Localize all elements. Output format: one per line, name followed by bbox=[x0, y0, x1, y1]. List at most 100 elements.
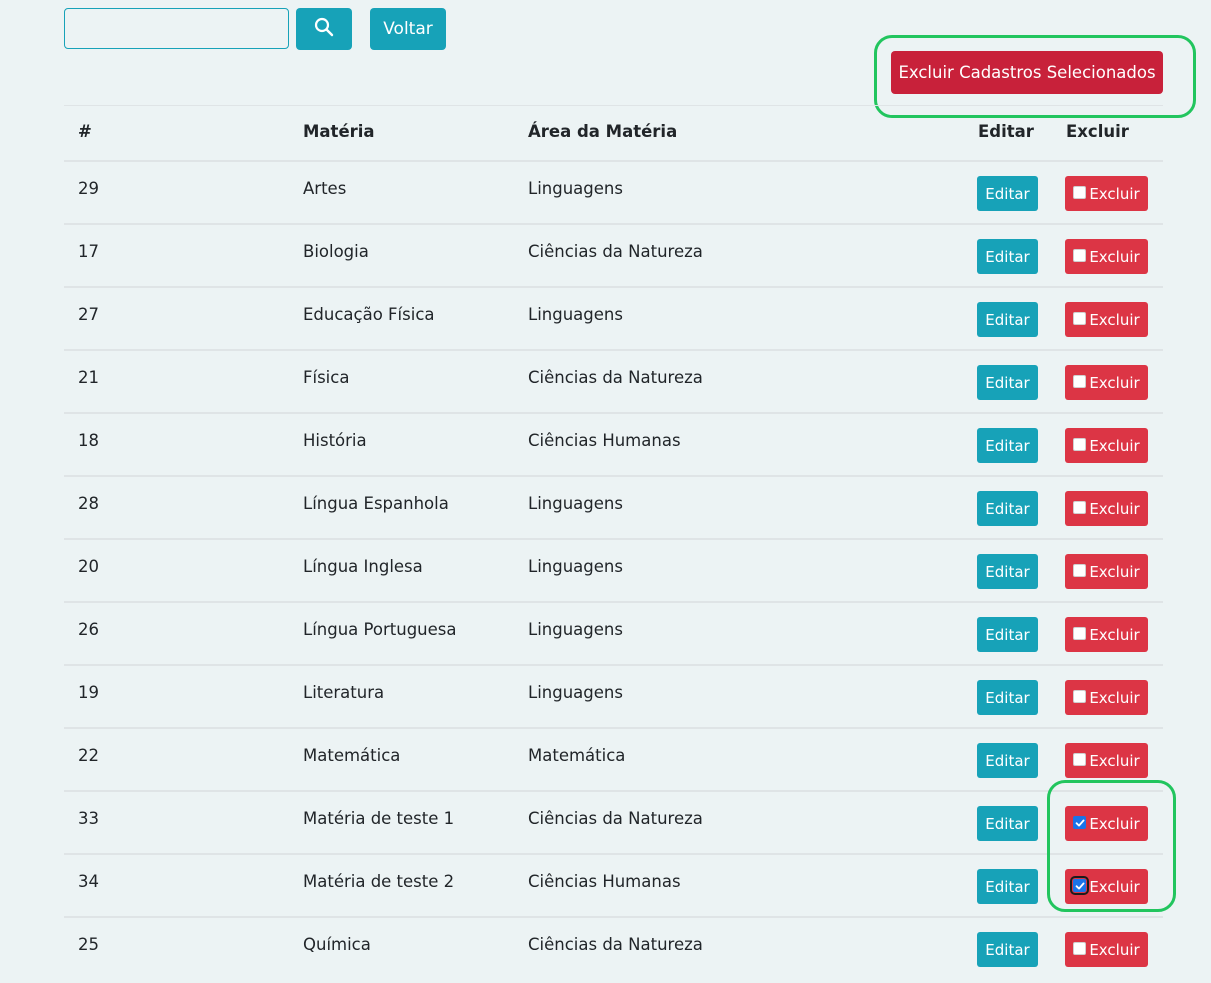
search-button[interactable] bbox=[296, 8, 352, 50]
row-id: 29 bbox=[78, 179, 99, 198]
delete-toggle-button[interactable]: Excluir bbox=[1065, 428, 1148, 463]
row-subject: Língua Portuguesa bbox=[303, 620, 457, 639]
table-row: 25 Química Ciências da Natureza Editar Exclu… bbox=[64, 918, 1163, 979]
row-id: 27 bbox=[78, 305, 99, 324]
table-row: 26 Língua Portuguesa Linguagens Editar Exclu… bbox=[64, 603, 1163, 666]
delete-label: Excluir bbox=[1089, 436, 1140, 455]
edit-button[interactable]: Editar bbox=[977, 743, 1038, 778]
back-button[interactable]: Voltar bbox=[370, 8, 446, 50]
table-header: # Matéria Área da Matéria Editar Excluir bbox=[64, 106, 1163, 162]
row-area: Matemática bbox=[528, 746, 626, 765]
edit-button[interactable]: Editar bbox=[977, 302, 1038, 337]
edit-button[interactable]: Editar bbox=[977, 869, 1038, 904]
delete-checkbox[interactable] bbox=[1073, 816, 1087, 829]
delete-checkbox[interactable] bbox=[1073, 312, 1087, 325]
delete-toggle-button[interactable]: Excluir bbox=[1065, 617, 1148, 652]
delete-toggle-button[interactable]: Excluir bbox=[1065, 554, 1148, 589]
row-area: Ciências da Natureza bbox=[528, 809, 703, 828]
delete-checkbox[interactable] bbox=[1073, 690, 1087, 703]
delete-label: Excluir bbox=[1089, 499, 1140, 518]
delete-toggle-button[interactable]: Excluir bbox=[1065, 743, 1148, 778]
edit-button[interactable]: Editar bbox=[977, 932, 1038, 967]
row-subject: Educação Física bbox=[303, 305, 435, 324]
delete-label: Excluir bbox=[1089, 373, 1140, 392]
edit-button[interactable]: Editar bbox=[977, 806, 1038, 841]
delete-toggle-button[interactable]: Excluir bbox=[1065, 680, 1148, 715]
delete-toggle-button[interactable]: Excluir bbox=[1065, 176, 1148, 211]
delete-toggle-button[interactable]: Excluir bbox=[1065, 365, 1148, 400]
delete-toggle-button[interactable]: Excluir bbox=[1065, 491, 1148, 526]
row-subject: Física bbox=[303, 368, 350, 387]
delete-checkbox[interactable] bbox=[1073, 942, 1087, 955]
row-id: 18 bbox=[78, 431, 99, 450]
delete-toggle-button[interactable]: Excluir bbox=[1065, 932, 1148, 967]
row-area: Linguagens bbox=[528, 557, 623, 576]
row-area: Linguagens bbox=[528, 683, 623, 702]
delete-toggle-button[interactable]: Excluir bbox=[1065, 239, 1148, 274]
edit-button[interactable]: Editar bbox=[977, 365, 1038, 400]
row-area: Ciências da Natureza bbox=[528, 368, 703, 387]
search-input[interactable] bbox=[64, 8, 289, 49]
delete-toggle-button[interactable]: Excluir bbox=[1065, 806, 1148, 841]
delete-label: Excluir bbox=[1089, 940, 1140, 959]
edit-button[interactable]: Editar bbox=[977, 428, 1038, 463]
table-row: 21 Física Ciências da Natureza Editar Exclui… bbox=[64, 351, 1163, 414]
delete-checkbox[interactable] bbox=[1073, 249, 1087, 262]
edit-button[interactable]: Editar bbox=[977, 617, 1038, 652]
row-id: 33 bbox=[78, 809, 99, 828]
row-area: Ciências Humanas bbox=[528, 872, 681, 891]
edit-button[interactable]: Editar bbox=[977, 554, 1038, 589]
edit-button[interactable]: Editar bbox=[977, 239, 1038, 274]
row-id: 34 bbox=[78, 872, 99, 891]
delete-toggle-button[interactable]: Excluir bbox=[1065, 869, 1148, 904]
row-subject: Língua Inglesa bbox=[303, 557, 423, 576]
delete-checkbox[interactable] bbox=[1073, 186, 1087, 199]
delete-checkbox[interactable] bbox=[1070, 876, 1090, 895]
row-area: Ciências da Natureza bbox=[528, 935, 703, 954]
row-area: Linguagens bbox=[528, 494, 623, 513]
edit-button[interactable]: Editar bbox=[977, 680, 1038, 715]
delete-label: Excluir bbox=[1089, 310, 1140, 329]
row-subject: Matéria de teste 1 bbox=[303, 809, 455, 828]
table-row: 29 Artes Linguagens Editar Excluir bbox=[64, 162, 1163, 225]
row-subject: Matéria de teste 2 bbox=[303, 872, 455, 891]
table-row: 17 Biologia Ciências da Natureza Editar Excl… bbox=[64, 225, 1163, 288]
row-subject: Matemática bbox=[303, 746, 401, 765]
bulk-delete-button[interactable]: Excluir Cadastros Selecionados bbox=[891, 51, 1163, 94]
delete-checkbox[interactable] bbox=[1073, 375, 1087, 388]
delete-checkbox[interactable] bbox=[1073, 438, 1087, 451]
table-row: 28 Língua Espanhola Linguagens Editar Exclui… bbox=[64, 477, 1163, 540]
row-id: 26 bbox=[78, 620, 99, 639]
row-area: Linguagens bbox=[528, 620, 623, 639]
row-area: Linguagens bbox=[528, 305, 623, 324]
header-subject: Matéria bbox=[303, 122, 375, 141]
table-body: 29 Artes Linguagens Editar Excluir 17 Biologia… bbox=[64, 162, 1163, 979]
row-subject: Língua Espanhola bbox=[303, 494, 449, 513]
delete-label: Excluir bbox=[1089, 625, 1140, 644]
edit-button[interactable]: Editar bbox=[977, 491, 1038, 526]
header-edit: Editar bbox=[978, 122, 1034, 141]
delete-label: Excluir bbox=[1089, 562, 1140, 581]
row-subject: Literatura bbox=[303, 683, 385, 702]
row-id: 17 bbox=[78, 242, 99, 261]
table-row: 18 História Ciências Humanas Editar Excluir bbox=[64, 414, 1163, 477]
delete-checkbox[interactable] bbox=[1073, 753, 1087, 766]
delete-label: Excluir bbox=[1089, 184, 1140, 203]
row-area: Ciências Humanas bbox=[528, 431, 681, 450]
table-row: 22 Matemática Matemática Editar Excluir bbox=[64, 729, 1163, 792]
row-id: 22 bbox=[78, 746, 99, 765]
table-row: 20 Língua Inglesa Linguagens Editar Excluir bbox=[64, 540, 1163, 603]
delete-label: Excluir bbox=[1089, 814, 1140, 833]
delete-checkbox[interactable] bbox=[1073, 501, 1087, 514]
row-id: 21 bbox=[78, 368, 99, 387]
header-delete: Excluir bbox=[1066, 122, 1129, 141]
delete-label: Excluir bbox=[1089, 247, 1140, 266]
edit-button[interactable]: Editar bbox=[977, 176, 1038, 211]
magnifier-icon bbox=[314, 17, 334, 41]
delete-checkbox[interactable] bbox=[1073, 627, 1087, 640]
row-subject: História bbox=[303, 431, 367, 450]
row-id: 20 bbox=[78, 557, 99, 576]
delete-toggle-button[interactable]: Excluir bbox=[1065, 302, 1148, 337]
row-subject: Artes bbox=[303, 179, 347, 198]
delete-checkbox[interactable] bbox=[1073, 564, 1087, 577]
